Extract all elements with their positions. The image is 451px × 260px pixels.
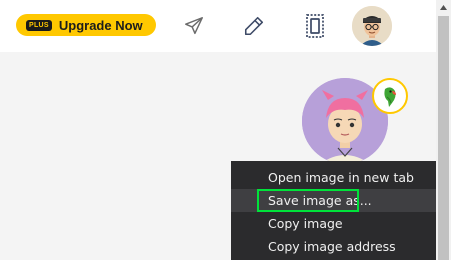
menu-item-copy-image[interactable]: Copy image	[231, 212, 436, 235]
menu-item-open-image-new-tab[interactable]: Open image in new tab	[231, 166, 436, 189]
menu-item-copy-image-address[interactable]: Copy image address	[231, 235, 436, 258]
upgrade-label: Upgrade Now	[58, 17, 143, 33]
send-icon[interactable]	[180, 12, 208, 40]
scroll-up-arrow[interactable]	[436, 0, 451, 15]
upgrade-now-button[interactable]: PLUS Upgrade Now	[16, 14, 156, 36]
menu-item-save-image-as[interactable]: Save image as...	[231, 189, 436, 212]
stamp-icon[interactable]	[301, 12, 329, 40]
scrollbar-thumb[interactable]	[438, 16, 449, 260]
parrot-icon	[372, 78, 408, 114]
user-avatar[interactable]	[352, 6, 392, 46]
pencil-icon[interactable]	[240, 12, 268, 40]
context-menu: Open image in new tab Save image as... C…	[231, 161, 436, 260]
top-bar: PLUS Upgrade Now	[0, 0, 436, 52]
plus-badge: PLUS	[26, 19, 52, 31]
